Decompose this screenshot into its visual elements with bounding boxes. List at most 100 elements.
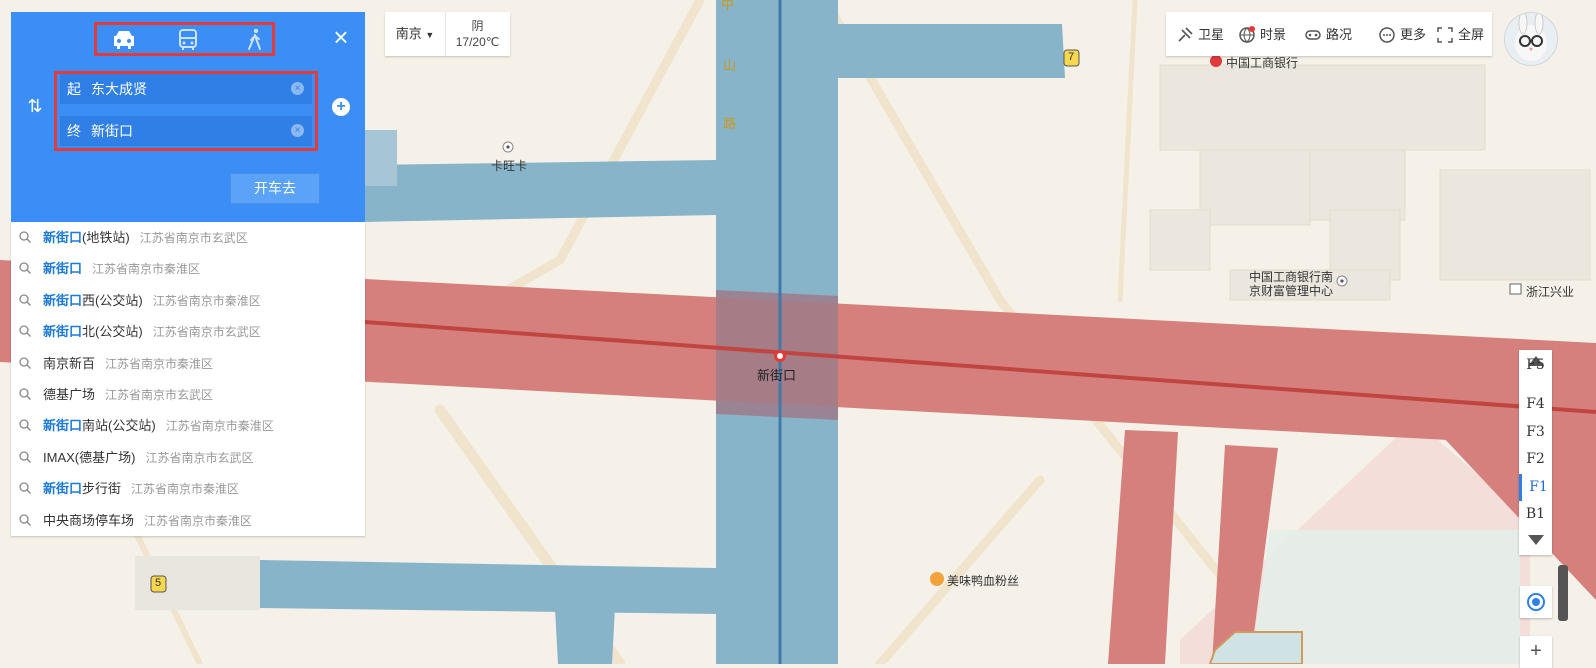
suggestion-address: 江苏省南京市秦淮区 bbox=[131, 482, 240, 497]
suggestion-address: 江苏省南京市秦淮区 bbox=[144, 513, 253, 528]
suggestion-name: 南京新百 江苏省南京市秦淮区 bbox=[43, 348, 213, 380]
suggestion-rest: 西(公交站) bbox=[82, 292, 143, 308]
suggestion-highlight: 新街口 bbox=[43, 261, 83, 277]
suggestion-list: 新街口(地铁站) 江苏省南京市玄武区 新街口 江苏省南京市秦淮区 新街口西(公交站) 江苏… bbox=[11, 222, 365, 536]
suggestion-address: 江苏省南京市玄武区 bbox=[139, 231, 248, 245]
floor-f1[interactable]: F1 bbox=[1519, 473, 1552, 501]
suggestion-rest: 北(公交站) bbox=[82, 324, 143, 340]
suggestion-highlight: 新街口 bbox=[43, 230, 83, 245]
mode-bus-button[interactable] bbox=[174, 27, 202, 53]
end-field[interactable]: 终 新街口 × bbox=[60, 116, 312, 146]
start-value: 东大成贤 bbox=[91, 81, 147, 97]
floor-down-button[interactable] bbox=[1519, 533, 1552, 549]
zoom-in-button[interactable]: + bbox=[1520, 636, 1552, 668]
suggestion-name: 中央商场停车场 江苏省南京市秦淮区 bbox=[43, 505, 252, 537]
floor-selector: F5 F4 F3 F2 F1 B1 bbox=[1519, 350, 1552, 555]
avatar-icon bbox=[1515, 13, 1547, 61]
search-icon bbox=[19, 325, 31, 338]
locate-button[interactable] bbox=[1520, 586, 1552, 618]
suggestion-item[interactable]: 中央商场停车场 江苏省南京市秦淮区 bbox=[11, 505, 365, 536]
suggestion-item[interactable]: IMAX(德基广场) 江苏省南京市玄武区 bbox=[11, 442, 365, 473]
suggestion-item[interactable]: 南京新百 江苏省南京市秦淮区 bbox=[11, 348, 365, 379]
poi-label-restaurant[interactable]: 美味鸭血粉丝 bbox=[947, 572, 1019, 589]
suggestion-rest: 南京新百 bbox=[43, 355, 96, 371]
poi-label-zheshang[interactable]: 浙江兴业 bbox=[1526, 283, 1574, 300]
suggestion-address: 江苏省南京市玄武区 bbox=[105, 388, 214, 402]
suggestion-address: 江苏省南京市秦淮区 bbox=[105, 356, 214, 371]
mode-car-button[interactable] bbox=[110, 27, 138, 53]
chevron-down-icon: ▼ bbox=[425, 30, 435, 40]
suggestion-address: 江苏省南京市玄武区 bbox=[152, 325, 261, 340]
city-selector[interactable]: 南京 ▼ bbox=[385, 12, 446, 56]
drive-button[interactable]: 开车去 bbox=[230, 173, 320, 204]
search-icon bbox=[19, 294, 31, 306]
suggestion-address: 江苏省南京市秦淮区 bbox=[152, 293, 261, 308]
suggestion-item[interactable]: 新街口 江苏省南京市秦淮区 bbox=[11, 253, 365, 284]
fullscreen-button[interactable]: 全屏 bbox=[1436, 12, 1492, 56]
road-label-shan: 山 bbox=[723, 58, 737, 73]
search-icon bbox=[19, 419, 31, 432]
triangle-down-icon bbox=[1527, 535, 1544, 545]
suggestion-rest: 南站(公交站) bbox=[82, 418, 156, 434]
fullscreen-icon bbox=[1437, 27, 1453, 43]
clear-end-icon[interactable]: × bbox=[291, 124, 304, 137]
city-name: 南京 bbox=[395, 26, 422, 41]
side-handle[interactable] bbox=[1558, 565, 1568, 621]
suggestion-item[interactable]: 新街口北(公交站) 江苏省南京市玄武区 bbox=[11, 316, 365, 347]
floor-f3[interactable]: F3 bbox=[1519, 419, 1552, 446]
suggestion-name: IMAX(德基广场) 江苏省南京市玄武区 bbox=[43, 442, 253, 474]
map-toolbar: 卫星 时景 路况 更多 全屏 bbox=[1166, 12, 1492, 56]
floor-b1[interactable]: B1 bbox=[1519, 501, 1552, 528]
suggestion-rest: IMAX(德基广场) bbox=[43, 449, 136, 465]
road-label-lu: 路 bbox=[723, 116, 737, 131]
swap-icon[interactable]: ⇅ bbox=[23, 96, 47, 120]
search-icon bbox=[19, 262, 31, 275]
suggestion-item[interactable]: 新街口(地铁站) 江苏省南京市玄武区 bbox=[11, 222, 365, 253]
search-icon bbox=[19, 231, 31, 243]
route-fields-highlight: 起 东大成贤 × 终 新街口 × bbox=[54, 71, 318, 151]
end-prefix: 终 bbox=[67, 123, 81, 139]
exit-7-label: 7 bbox=[1068, 51, 1075, 63]
add-waypoint-icon[interactable]: + bbox=[332, 98, 350, 116]
locate-icon bbox=[1527, 593, 1545, 611]
search-icon bbox=[19, 513, 31, 526]
avatar[interactable] bbox=[1504, 12, 1558, 66]
weather-condition: 阴 bbox=[471, 19, 484, 33]
floor-f4[interactable]: F4 bbox=[1519, 391, 1552, 418]
suggestion-item[interactable]: 德基广场 江苏省南京市玄武区 bbox=[11, 379, 365, 410]
traffic-icon bbox=[1305, 30, 1321, 40]
station-label[interactable]: 新街口 bbox=[757, 365, 796, 384]
traffic-button[interactable]: 路况 bbox=[1304, 12, 1366, 56]
floor-f5[interactable]: F5 bbox=[1519, 358, 1552, 379]
globe-icon bbox=[1239, 26, 1255, 43]
suggestion-highlight: 新街口 bbox=[43, 324, 83, 340]
weather-temp: 17/20℃ bbox=[455, 35, 500, 49]
poi-label-icbc-wealth-2[interactable]: 京财富管理中心 bbox=[1249, 282, 1333, 299]
exit-5-label: 5 bbox=[155, 577, 162, 589]
suggestion-item[interactable]: 新街口步行街 江苏省南京市秦淮区 bbox=[11, 473, 365, 504]
suggestion-item[interactable]: 新街口西(公交站) 江苏省南京市秦淮区 bbox=[11, 285, 365, 316]
building-icon bbox=[1509, 283, 1522, 295]
clear-start-icon[interactable]: × bbox=[291, 82, 304, 95]
start-field[interactable]: 起 东大成贤 × bbox=[60, 74, 312, 104]
walk-icon bbox=[248, 28, 261, 50]
suggestion-name: 新街口步行街 江苏省南京市秦淮区 bbox=[43, 473, 239, 505]
search-icon bbox=[19, 451, 31, 463]
close-icon[interactable]: × bbox=[329, 24, 353, 50]
road-label-zhong: 中 bbox=[721, 0, 735, 12]
floor-f2[interactable]: F2 bbox=[1519, 446, 1552, 473]
mode-walk-button[interactable] bbox=[241, 27, 269, 53]
car-icon bbox=[114, 31, 134, 49]
suggestion-name: 新街口北(公交站) 江苏省南京市玄武区 bbox=[43, 316, 261, 348]
suggestion-name: 德基广场 江苏省南京市玄武区 bbox=[43, 379, 213, 411]
suggestion-address: 江苏省南京市秦淮区 bbox=[165, 419, 274, 434]
more-button[interactable]: 更多 bbox=[1378, 12, 1438, 56]
end-value: 新街口 bbox=[91, 123, 133, 139]
timelapse-button[interactable]: 时景 bbox=[1238, 12, 1300, 56]
poi-label-kawangka[interactable]: 卡旺卡 bbox=[491, 157, 527, 174]
search-icon bbox=[19, 388, 31, 400]
suggestion-rest: 中央商场停车场 bbox=[43, 512, 135, 528]
suggestion-rest: (地铁站) bbox=[82, 230, 130, 245]
suggestion-item[interactable]: 新街口南站(公交站) 江苏省南京市秦淮区 bbox=[11, 410, 365, 441]
satellite-button[interactable]: 卫星 bbox=[1176, 12, 1236, 56]
